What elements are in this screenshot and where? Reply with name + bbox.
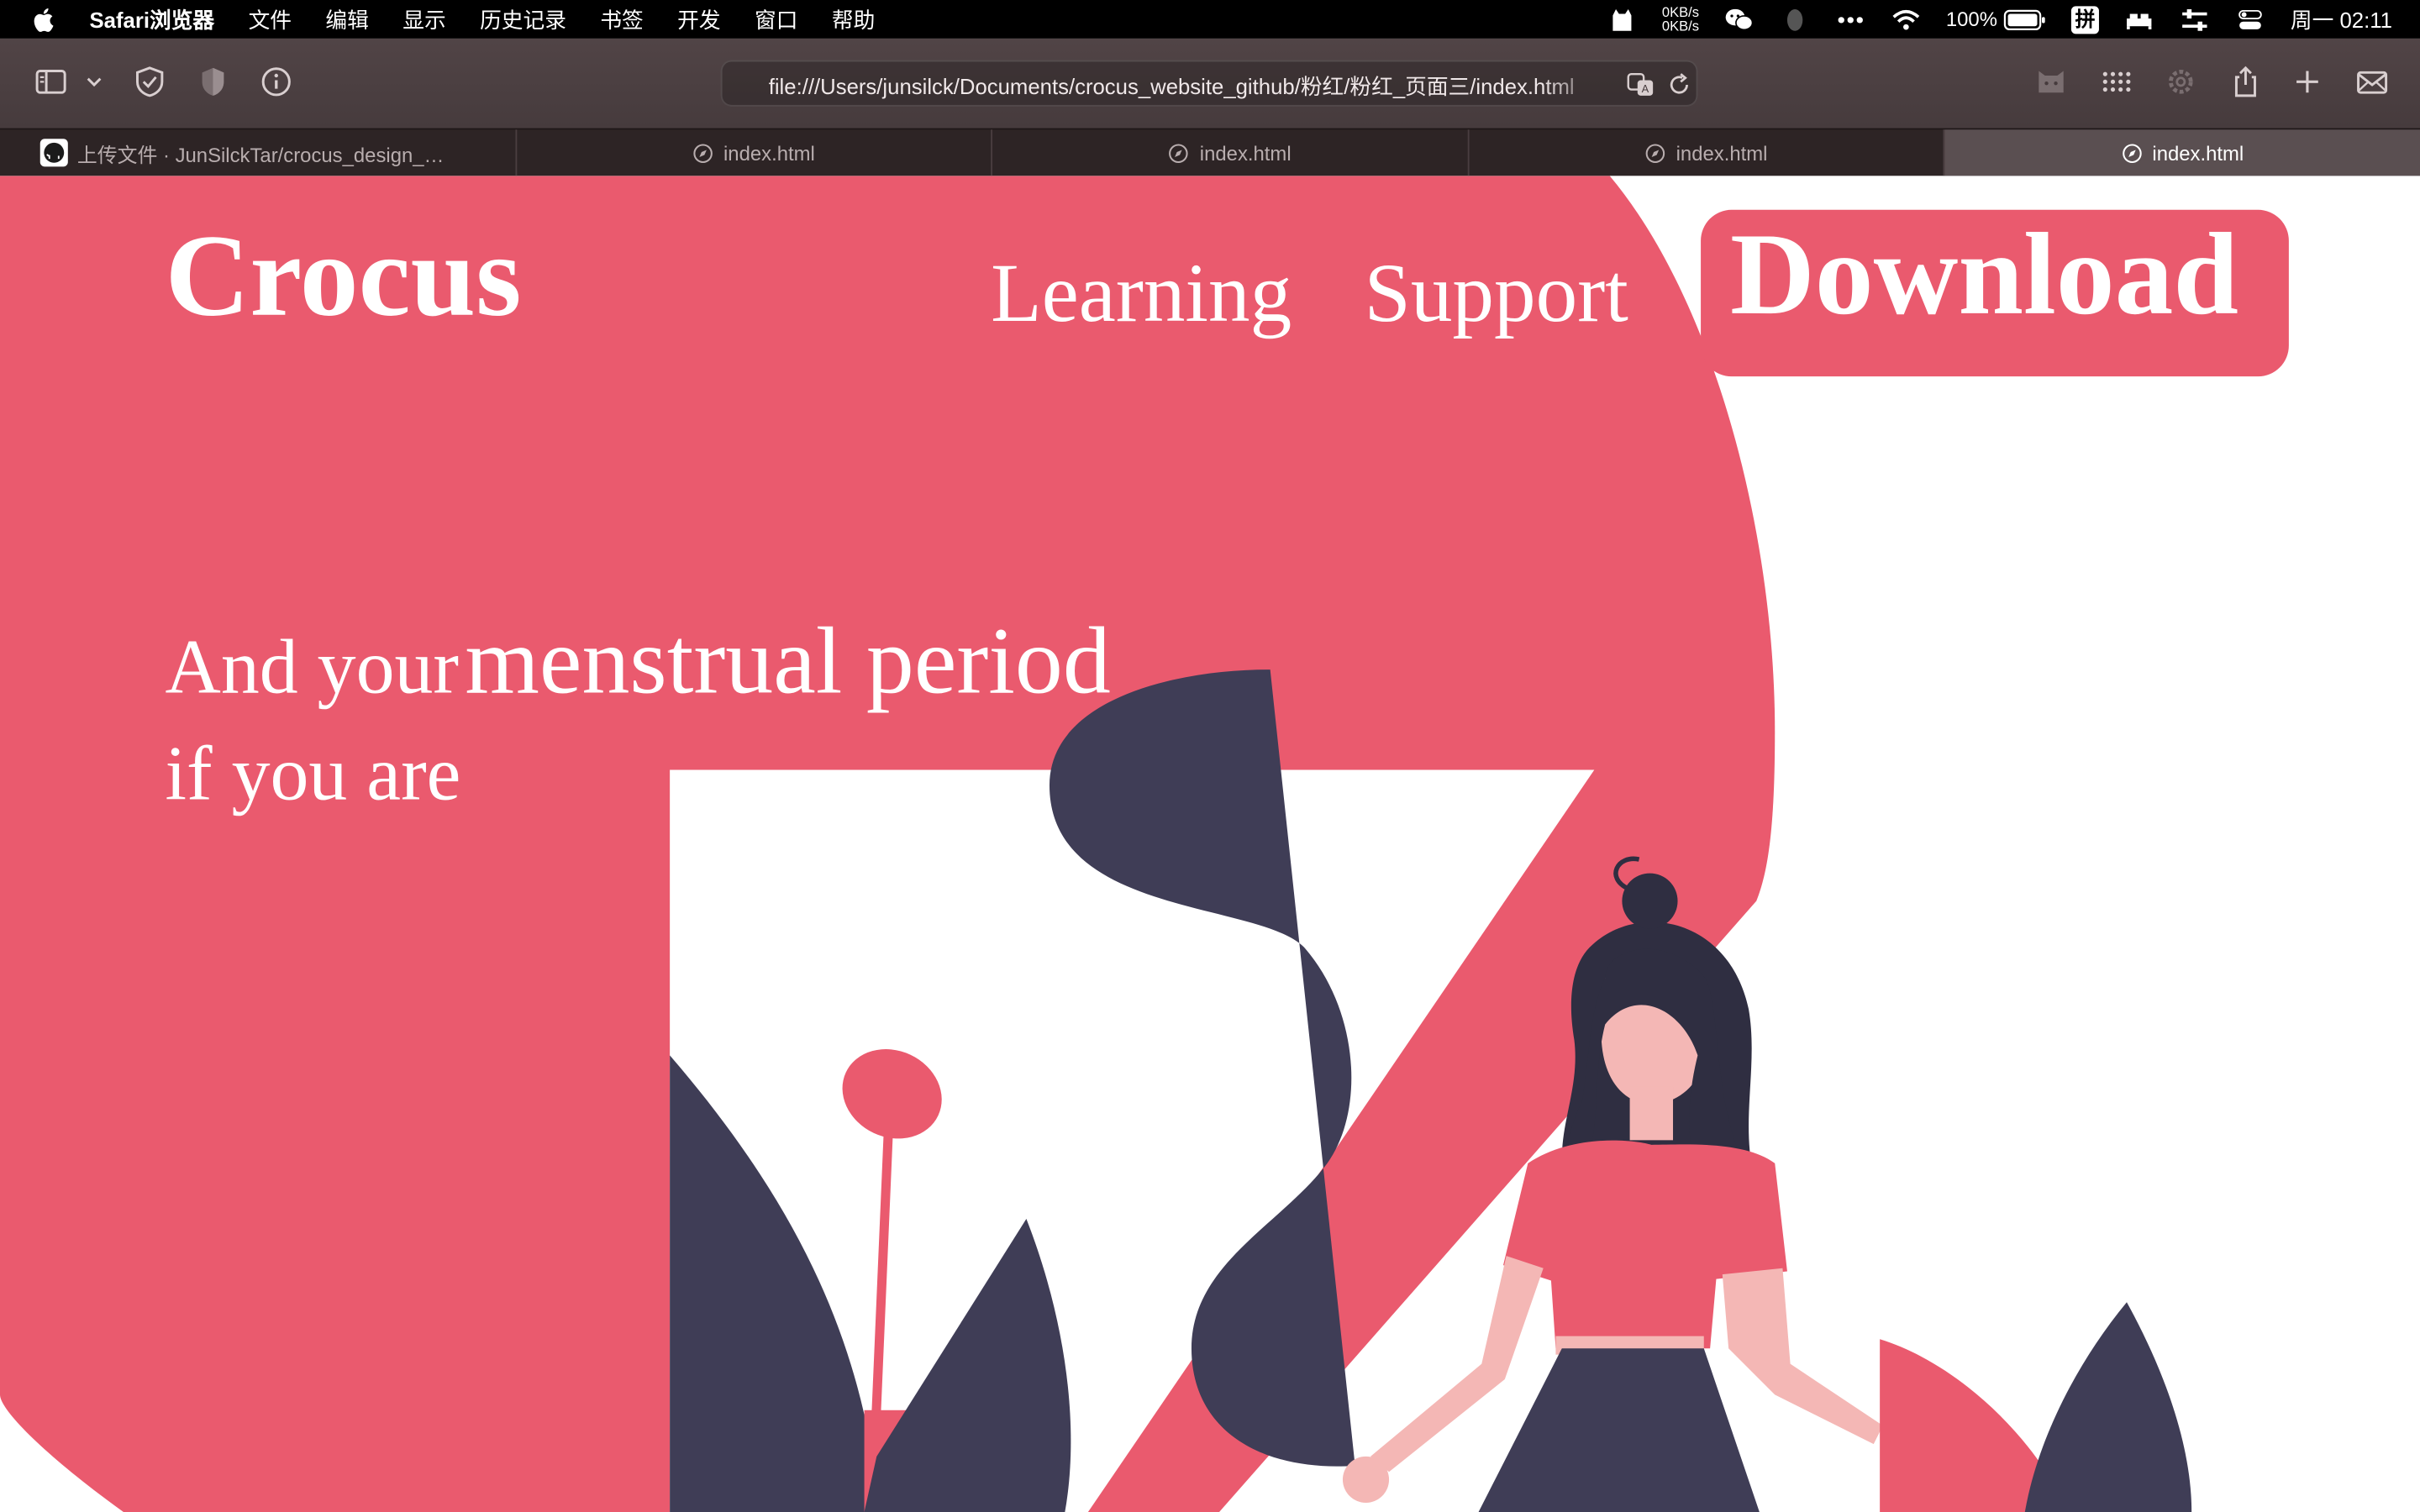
tab-index-active[interactable]: index.html: [1944, 129, 2420, 176]
input-method-icon[interactable]: 拼: [2071, 5, 2100, 34]
info-icon[interactable]: [258, 63, 295, 100]
tab-index-3[interactable]: index.html: [1469, 129, 1945, 176]
neck: [1629, 1086, 1674, 1141]
headline-part2: menstrual period: [465, 609, 1111, 715]
left-hand: [1342, 1456, 1390, 1503]
tab-index-1[interactable]: index.html: [517, 129, 993, 176]
apple-logo-icon[interactable]: [31, 5, 59, 33]
tab-label: index.html: [2152, 141, 2244, 165]
hero-headline-line2: if you are: [165, 729, 461, 816]
site-logo[interactable]: Crocus: [166, 207, 522, 345]
more-icon[interactable]: [1835, 7, 1866, 31]
menu-view[interactable]: 显示: [402, 4, 445, 35]
bed-icon[interactable]: [2124, 7, 2155, 31]
shield-check-icon[interactable]: [131, 63, 168, 100]
qq-icon[interactable]: [1779, 7, 1810, 31]
url-text[interactable]: file:///Users/junsilck/Documents/crocus_…: [769, 71, 1608, 102]
nav-learning-link[interactable]: Learning: [991, 244, 1292, 343]
sidebar-icon[interactable]: [33, 63, 70, 100]
compass-icon: [1169, 143, 1189, 163]
right-arm: [1722, 1268, 1883, 1445]
tab-label: index.html: [723, 141, 815, 165]
net-down-text: 0KB/s: [1661, 18, 1699, 34]
battery-percent: 100%: [1945, 8, 1997, 31]
nav-support-link[interactable]: Support: [1365, 244, 1628, 343]
menu-develop[interactable]: 开发: [677, 4, 720, 35]
tab-github-upload[interactable]: 上传文件 · JunSilckTar/crocus_design_mo...: [0, 129, 517, 176]
tab-label: 上传文件 · JunSilckTar/crocus_design_mo...: [76, 142, 448, 166]
menubar-clock[interactable]: 周一 02:11: [2291, 4, 2392, 35]
menu-bookmarks[interactable]: 书签: [600, 4, 643, 35]
plus-icon[interactable]: [2289, 63, 2326, 100]
headline-part1: And your: [165, 623, 459, 710]
menu-history[interactable]: 历史记录: [480, 4, 566, 35]
extension-icon[interactable]: [2033, 63, 2070, 100]
hero-headline-line1: And your menstrual period: [166, 608, 1111, 717]
menu-edit[interactable]: 编辑: [325, 4, 368, 35]
compass-icon: [692, 143, 713, 163]
share-icon[interactable]: [2227, 63, 2264, 100]
hair-bun: [1622, 873, 1678, 929]
web-page: Crocus Learning Support Download And you…: [0, 176, 2420, 1512]
translate-icon[interactable]: A: [1625, 70, 1656, 101]
gear-icon[interactable]: [2162, 63, 2199, 100]
cat-icon[interactable]: [1607, 7, 1638, 31]
download-button[interactable]: Download: [1701, 209, 2289, 377]
wechat-icon[interactable]: [1723, 7, 1754, 31]
tab-bar: 上传文件 · JunSilckTar/crocus_design_mo... i…: [0, 128, 2420, 176]
network-speed[interactable]: 0KB/s 0KB/s: [1662, 5, 1699, 33]
grid-icon[interactable]: [2097, 63, 2134, 100]
tab-index-2[interactable]: index.html: [992, 129, 1470, 176]
sliders-icon[interactable]: [2180, 7, 2211, 31]
chevron-down-icon[interactable]: [83, 63, 105, 100]
compass-icon: [1645, 143, 1665, 163]
github-icon: [39, 139, 68, 167]
svg-text:A: A: [1642, 82, 1649, 95]
mail-icon[interactable]: [2354, 63, 2391, 100]
tab-label: index.html: [1199, 141, 1292, 165]
reload-icon[interactable]: [1664, 70, 1695, 101]
tab-label: index.html: [1676, 141, 1768, 165]
skirt: [1478, 1348, 1760, 1512]
safari-toolbar: file:///Users/junsilck/Documents/crocus_…: [0, 38, 2420, 129]
menu-app-name[interactable]: Safari浏览器: [90, 4, 215, 35]
battery-icon[interactable]: [2003, 8, 2046, 30]
privacy-shield-icon[interactable]: [194, 63, 231, 100]
menu-help[interactable]: 帮助: [832, 4, 875, 35]
control-center-icon[interactable]: [2235, 7, 2266, 31]
macos-menubar: Safari浏览器 文件 编辑 显示 历史记录 书签 开发 窗口 帮助 0KB/…: [0, 0, 2420, 39]
compass-icon: [2122, 143, 2141, 163]
menu-file[interactable]: 文件: [249, 4, 292, 35]
dark-leaf-far-right: [2024, 1302, 2192, 1512]
menu-window[interactable]: 窗口: [755, 4, 797, 35]
net-up-text: 0KB/s: [1661, 3, 1699, 19]
address-bar[interactable]: file:///Users/junsilck/Documents/crocus_…: [720, 60, 1698, 107]
wifi-icon[interactable]: [1891, 7, 1922, 31]
